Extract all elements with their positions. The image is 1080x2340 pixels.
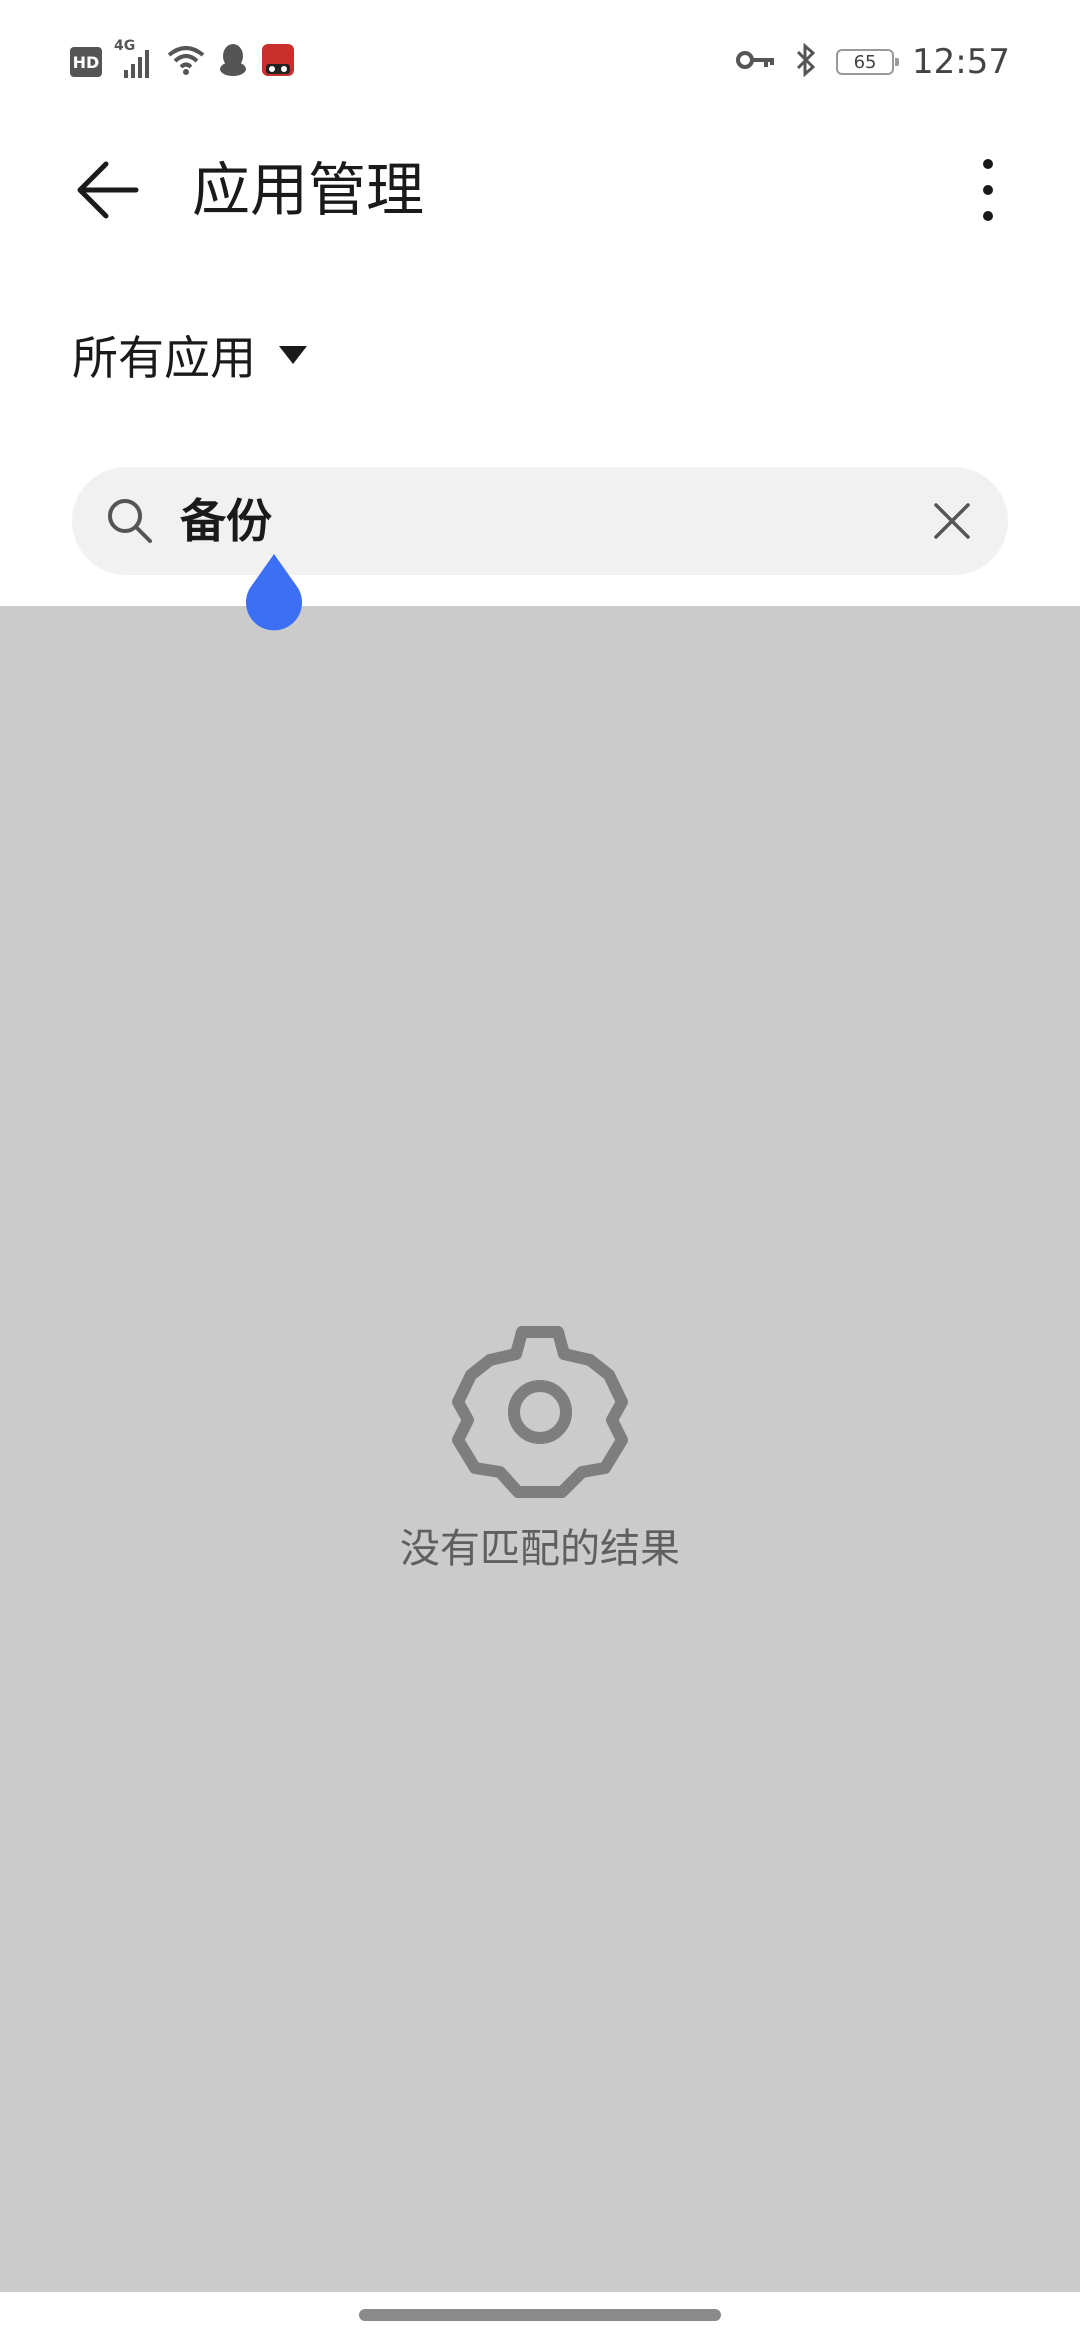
hd-badge: HD bbox=[70, 47, 102, 77]
battery-indicator: 65 bbox=[836, 49, 900, 75]
text-cursor-handle[interactable] bbox=[242, 552, 306, 632]
page-title: 应用管理 bbox=[192, 156, 425, 224]
app-filter-dropdown[interactable]: 所有应用 bbox=[72, 318, 308, 392]
app-bar: 应用管理 bbox=[0, 140, 1080, 240]
back-arrow-icon bbox=[77, 161, 139, 219]
search-icon bbox=[108, 499, 152, 543]
status-time: 12:57 bbox=[912, 42, 1010, 82]
wifi-icon bbox=[166, 43, 206, 81]
empty-state-message: 没有匹配的结果 bbox=[400, 1526, 680, 1572]
vpn-key-icon bbox=[736, 48, 776, 76]
gear-icon bbox=[452, 1326, 628, 1498]
close-icon bbox=[934, 503, 970, 539]
empty-state: 没有匹配的结果 bbox=[0, 1322, 1080, 1574]
filter-label: 所有应用 bbox=[72, 331, 256, 385]
more-options-button[interactable] bbox=[950, 152, 1026, 228]
status-right-icons: 65 12:57 bbox=[736, 40, 1010, 84]
status-left-icons: HD 4G bbox=[70, 38, 296, 84]
dropdown-triangle-icon bbox=[279, 346, 307, 364]
clear-search-button[interactable] bbox=[924, 493, 980, 549]
status-bar: HD 4G 65 12:57 bbox=[0, 0, 1080, 120]
cellular-signal-icon: 4G bbox=[114, 38, 154, 80]
back-button[interactable] bbox=[70, 152, 146, 228]
more-vertical-icon bbox=[983, 159, 993, 221]
tmall-notification-icon bbox=[260, 42, 296, 82]
qq-notification-icon bbox=[218, 43, 248, 81]
bluetooth-icon bbox=[794, 42, 818, 82]
search-field[interactable]: 备份 bbox=[72, 467, 1008, 575]
home-indicator[interactable] bbox=[359, 2309, 721, 2321]
